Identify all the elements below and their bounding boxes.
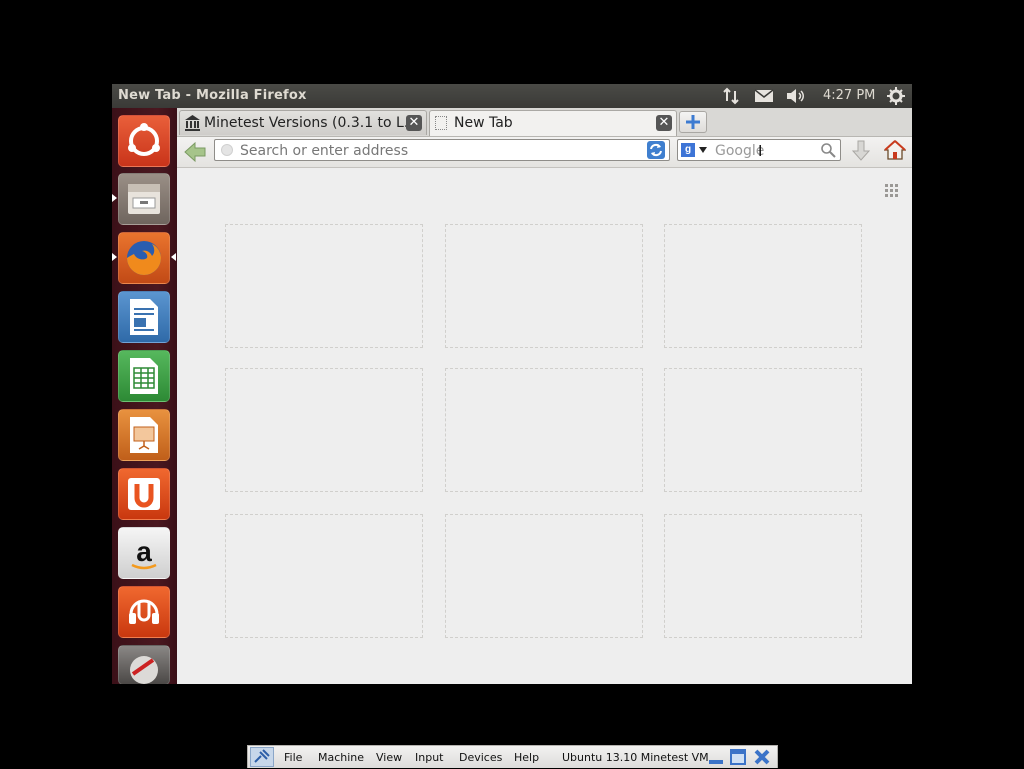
site-tile[interactable] [225, 514, 423, 638]
running-indicator [112, 194, 117, 202]
menu-input[interactable]: Input [415, 751, 443, 764]
clock[interactable]: 4:27 PM [823, 88, 875, 103]
window-title: New Tab - Mozilla Firefox [118, 88, 307, 103]
grid-toggle-icon[interactable] [885, 183, 899, 202]
download-arrow-icon[interactable] [851, 140, 871, 166]
libreoffice-writer-icon[interactable] [118, 291, 170, 343]
address-placeholder: Search or enter address [240, 143, 409, 159]
unity-launcher: a [112, 108, 177, 684]
new-tab-button[interactable] [679, 111, 707, 133]
ubuntu-one-music-icon[interactable] [118, 586, 170, 638]
home-icon[interactable] [883, 139, 907, 165]
minimize-icon[interactable] [708, 751, 724, 768]
site-tile[interactable] [664, 224, 862, 348]
tab-label: New Tab [454, 115, 513, 131]
globe-icon [221, 144, 233, 156]
new-tab-page [177, 168, 912, 684]
menu-devices[interactable]: Devices [459, 751, 502, 764]
close-tab-icon[interactable]: ✕ [656, 115, 672, 131]
site-tile[interactable] [225, 368, 423, 492]
libreoffice-impress-icon[interactable] [118, 409, 170, 461]
site-tile[interactable] [664, 368, 862, 492]
mail-icon[interactable] [754, 87, 774, 105]
top-panel: New Tab - Mozilla Firefox 4:27 PM [112, 84, 912, 108]
ubuntu-software-center-icon[interactable] [118, 468, 170, 520]
firefox-window: Minetest Versions (0.3.1 to L... ✕ New T… [177, 108, 912, 684]
site-tile[interactable] [664, 514, 862, 638]
site-tile[interactable] [445, 514, 643, 638]
search-icon[interactable] [820, 142, 836, 162]
menu-help[interactable]: Help [514, 751, 539, 764]
google-engine-icon[interactable]: g [681, 143, 695, 157]
network-icon[interactable] [722, 87, 740, 105]
search-placeholder: Google [715, 143, 765, 159]
menu-file[interactable]: File [284, 751, 302, 764]
navigation-toolbar: Search or enter address g Google I [177, 137, 912, 168]
vm-title: Ubuntu 13.10 Minetest VM [562, 751, 709, 764]
files-icon[interactable] [118, 173, 170, 225]
tab-strip: Minetest Versions (0.3.1 to L... ✕ New T… [177, 108, 912, 137]
firefox-icon[interactable] [118, 232, 170, 284]
address-bar[interactable]: Search or enter address [214, 139, 670, 161]
tab-minetest-versions[interactable]: Minetest Versions (0.3.1 to L... ✕ [179, 110, 427, 135]
tab-label: Minetest Versions (0.3.1 to L... [204, 115, 418, 131]
close-tab-icon[interactable]: ✕ [406, 115, 422, 131]
menu-machine[interactable]: Machine [318, 751, 364, 764]
menu-view[interactable]: View [376, 751, 402, 764]
virtualbox-mini-toolbar: File Machine View Input Devices Help Ubu… [247, 745, 778, 768]
dash-home-icon[interactable] [118, 115, 170, 167]
close-icon[interactable] [754, 749, 770, 768]
bank-icon [185, 115, 200, 135]
blank-page-icon [435, 116, 447, 130]
svg-text:a: a [136, 536, 152, 567]
tab-new-tab[interactable]: New Tab ✕ [429, 110, 677, 136]
pin-icon[interactable] [250, 747, 274, 767]
libreoffice-calc-icon[interactable] [118, 350, 170, 402]
reload-icon[interactable] [646, 140, 666, 164]
site-tile[interactable] [445, 368, 643, 492]
site-tile[interactable] [445, 224, 643, 348]
system-settings-icon[interactable] [118, 645, 170, 684]
volume-icon[interactable] [785, 87, 807, 105]
back-arrow-icon[interactable] [183, 141, 207, 167]
vm-screen: New Tab - Mozilla Firefox 4:27 PM a Mine… [112, 84, 912, 684]
search-bar[interactable]: g Google I [677, 139, 841, 161]
active-indicator [171, 253, 176, 261]
restore-window-icon[interactable] [730, 749, 746, 768]
amazon-icon[interactable]: a [118, 527, 170, 579]
text-cursor-icon: I [758, 142, 763, 160]
power-gear-icon[interactable] [887, 87, 905, 105]
chevron-down-icon[interactable] [699, 147, 707, 153]
running-indicator [112, 253, 117, 261]
site-tile[interactable] [225, 224, 423, 348]
